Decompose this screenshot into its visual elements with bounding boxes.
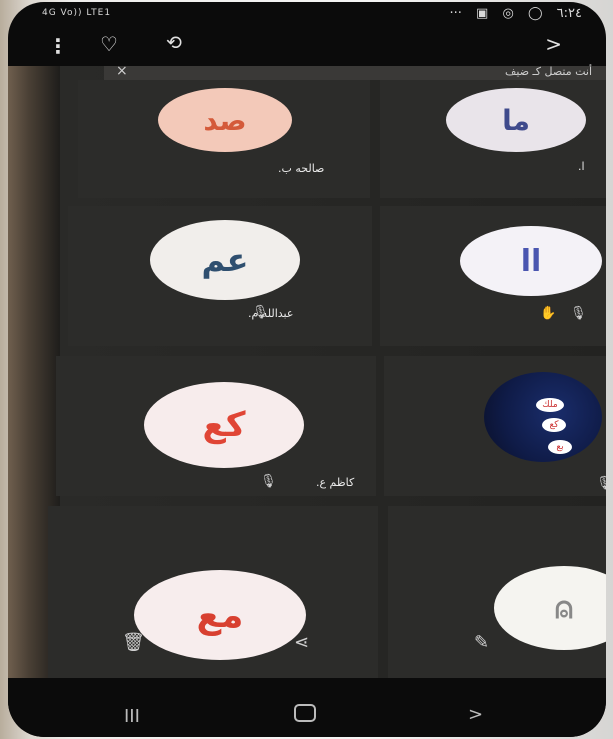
participant-name: كاظم ع. (316, 476, 355, 489)
avatar: كع (144, 382, 304, 468)
clock-time: ٦:٢٤ (556, 6, 582, 21)
home-button[interactable] (294, 704, 316, 722)
avatar-initials: صد (203, 103, 247, 137)
network-indicator: 4G Vo)) LTE1 (42, 8, 112, 18)
overflow-dots: ··· (449, 6, 462, 21)
recent-apps-button[interactable]: III (124, 706, 140, 727)
share-icon[interactable]: ⋖ (294, 632, 309, 653)
sync-icon: ◎ (502, 6, 514, 21)
edit-icon[interactable]: ✎ (474, 632, 489, 653)
participant-name: صالحه ب. (278, 162, 325, 175)
rotate-icon[interactable]: ⟲ (166, 32, 182, 54)
mic-muted-icon: 🎙 (596, 476, 606, 491)
participant-name: ا. (578, 160, 585, 173)
meeting-view: × أنت متصل كـ ضيف ما ا. صد صالحه ب. اا ✋… (8, 63, 606, 678)
favorite-icon[interactable]: ♡ (100, 32, 118, 56)
guest-banner: × أنت متصل كـ ضيف (104, 63, 606, 80)
avatar-initials: ما (502, 103, 530, 137)
avatar: اا (460, 226, 602, 296)
image-icon: ▣ (476, 6, 489, 21)
avatar: عم (150, 220, 300, 300)
delete-icon[interactable]: 🗑 (122, 632, 145, 653)
avatar-initials: مع (196, 594, 244, 636)
bubble: بع (548, 440, 572, 454)
status-bar: 4G Vo)) LTE1 ··· ▣ ◎ ◯ ٦:٢٤ (8, 2, 606, 28)
mic-muted-icon: 🎙 (570, 306, 587, 321)
person-icon: ⍝ (555, 590, 573, 626)
next-arrow-icon[interactable]: > (545, 32, 562, 56)
phone-screen: 4G Vo)) LTE1 ··· ▣ ◎ ◯ ٦:٢٤ ⋮ ♡ ⟲ > × أن… (8, 2, 606, 737)
avatar: صد (158, 88, 292, 152)
bubble: كع (542, 418, 566, 432)
shared-screenshot-thumb: ملك كع بع (484, 372, 602, 462)
back-button[interactable]: > (468, 704, 483, 725)
avatar-initials: كع (202, 405, 246, 445)
mic-muted-icon: 🎙 (260, 474, 277, 489)
viewer-actions: 🗑 ⋖ ✎ (8, 632, 606, 678)
viewer-toolbar: ⋮ ♡ ⟲ > (8, 28, 606, 66)
whatsapp-icon: ◯ (527, 6, 543, 21)
system-nav-bar: III > (8, 678, 606, 737)
status-right: ··· ▣ ◎ ◯ ٦:٢٤ (450, 6, 583, 21)
bubble: ملك (536, 398, 564, 412)
more-menu-icon[interactable]: ⋮ (48, 34, 68, 58)
avatar: ما (446, 88, 586, 152)
avatar-initials: عم (201, 241, 249, 279)
avatar-initials: اا (520, 243, 542, 279)
close-icon[interactable]: × (116, 63, 128, 79)
raise-hand-icon: ✋ (540, 306, 557, 321)
mic-muted-icon: 🎙 (252, 305, 269, 320)
banner-text: أنت متصل كـ ضيف (505, 65, 592, 78)
